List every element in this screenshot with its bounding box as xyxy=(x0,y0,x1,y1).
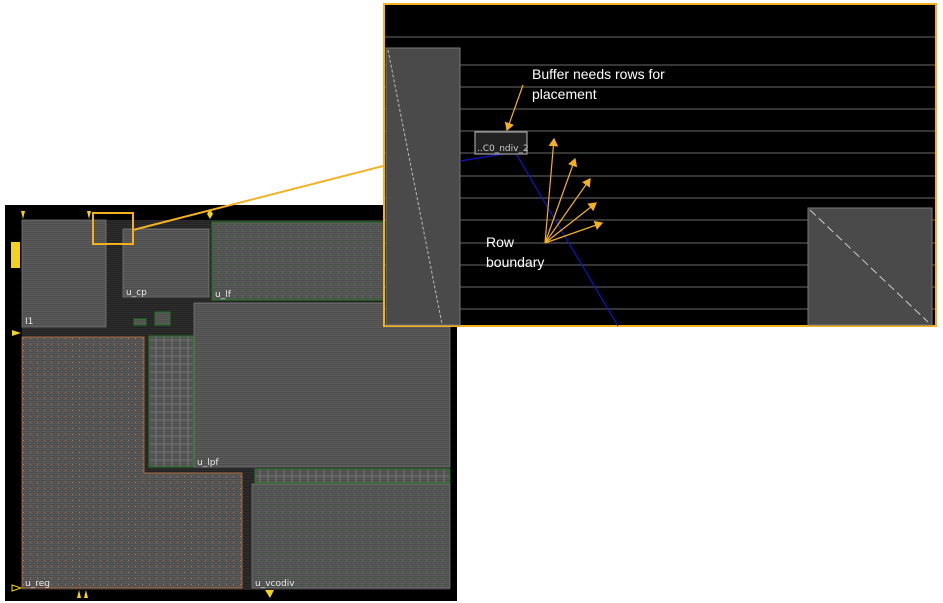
lpf-cap-array xyxy=(148,335,194,468)
macro-block-left xyxy=(385,47,461,326)
zoom-panel: ..C0_ndiv_2 Buffer needs rows for placem… xyxy=(383,3,937,327)
block-label: u_cp xyxy=(126,288,147,298)
macro-block-right xyxy=(807,207,933,326)
cell-label: ..C0_ndiv_2 xyxy=(477,144,529,154)
block-label: u_reg xyxy=(25,579,50,589)
block-u-cp[interactable]: u_cp xyxy=(122,228,210,298)
small-cell xyxy=(154,311,171,326)
block-label: u_vcodiv xyxy=(255,579,295,589)
block-label: I1 xyxy=(25,317,33,327)
vcodiv-strip xyxy=(254,468,451,484)
block-label: u_lpf xyxy=(197,458,219,468)
block-u-vcodiv[interactable]: u_vcodiv xyxy=(251,483,451,589)
block-label: u_lf xyxy=(215,290,232,300)
layout-diagram: I1 u_cp u_lf u_lpf u_reg u_vcodiv ..C0_n… xyxy=(5,3,937,601)
block-u-lpf[interactable]: u_lpf xyxy=(193,302,451,468)
buffer-cell[interactable]: ..C0_ndiv_2 xyxy=(474,131,529,155)
small-cell xyxy=(133,318,147,326)
